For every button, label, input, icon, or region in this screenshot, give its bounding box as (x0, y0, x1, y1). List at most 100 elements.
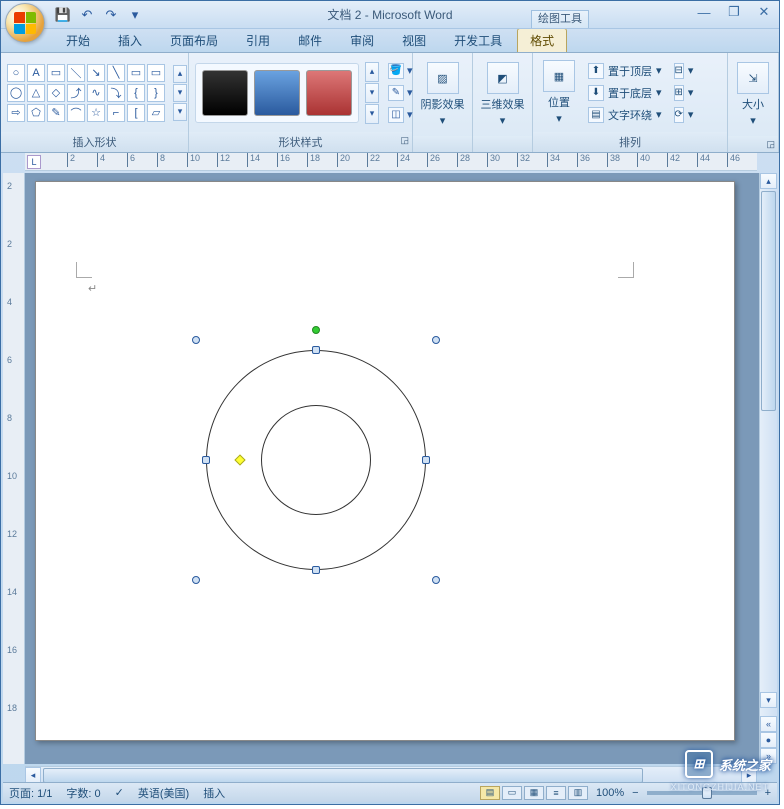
tab-developer[interactable]: 开发工具 (441, 28, 515, 52)
ruler-vertical[interactable]: 224681012141618 (3, 173, 25, 764)
handle-tr[interactable] (432, 336, 440, 344)
scroll-thumb-v[interactable] (761, 191, 776, 411)
position-button[interactable]: ▦ 位置▾ (539, 60, 579, 126)
shape-fill-button[interactable]: 🪣▾ (385, 61, 416, 81)
bring-to-front-button[interactable]: ⬆置于顶层▾ (585, 60, 665, 81)
tab-insert[interactable]: 插入 (105, 28, 155, 52)
shape-free-icon[interactable]: ✎ (47, 104, 65, 122)
browse-object-icon[interactable]: ● (760, 732, 777, 748)
tab-review[interactable]: 审阅 (337, 28, 387, 52)
scroll-down-icon[interactable]: ▾ (760, 692, 777, 708)
shape-arrow-icon[interactable]: ↘ (87, 64, 105, 82)
size-launcher[interactable]: ◲ (766, 139, 775, 150)
gallery-more-icon[interactable]: ▾ (173, 103, 187, 121)
change-shape-button[interactable]: ◫▾ (385, 105, 416, 125)
3d-effects-button[interactable]: ◩ 三维效果▾ (479, 62, 526, 128)
qat-undo[interactable]: ↶ (77, 5, 97, 25)
shape-conn-icon[interactable]: ╲ (107, 64, 125, 82)
status-spellcheck-icon[interactable]: ✓ (115, 786, 124, 799)
scroll-up-icon[interactable]: ▴ (760, 173, 777, 189)
zoom-level[interactable]: 100% (596, 787, 624, 799)
send-to-back-button[interactable]: ⬇置于底层▾ (585, 82, 665, 103)
style-gallery-down-icon[interactable]: ▾ (365, 83, 379, 103)
shape-curve-icon[interactable]: ∿ (87, 84, 105, 102)
tab-view[interactable]: 视图 (389, 28, 439, 52)
shape-elbow-icon[interactable]: ⤴ (67, 84, 85, 102)
document-page[interactable]: ↵ (35, 181, 735, 741)
style-blue[interactable] (254, 70, 300, 116)
selected-donut-shape[interactable] (206, 350, 426, 570)
scroll-thumb-h[interactable] (43, 768, 643, 783)
rotation-handle[interactable] (312, 326, 320, 334)
shape-arc-icon[interactable]: ⌒ (67, 104, 85, 122)
shape-arrow2-icon[interactable]: ⇨ (7, 104, 25, 122)
gallery-down-icon[interactable]: ▾ (173, 84, 187, 102)
maximize-button[interactable]: ❐ (723, 3, 745, 21)
status-mode[interactable]: 插入 (203, 785, 225, 801)
handle-tl[interactable] (192, 336, 200, 344)
qat-customize[interactable]: ▾ (125, 5, 145, 25)
office-button[interactable] (5, 3, 45, 43)
shape-star-icon[interactable]: ☆ (87, 104, 105, 122)
shape-round-icon[interactable]: ◯ (7, 84, 25, 102)
shape-outline-button[interactable]: ✎▾ (385, 83, 416, 103)
qat-redo[interactable]: ↷ (101, 5, 121, 25)
zoom-out-button[interactable]: − (632, 787, 638, 799)
text-wrapping-button[interactable]: ▤文字环绕▾ (585, 104, 665, 125)
shape-rect2-icon[interactable]: ▭ (127, 64, 145, 82)
shape-tri-icon[interactable]: △ (27, 84, 45, 102)
shape-flow-icon[interactable]: ▱ (147, 104, 165, 122)
margin-crop-tr-icon (618, 262, 634, 278)
style-gallery-up-icon[interactable]: ▴ (365, 62, 379, 82)
minimize-button[interactable]: — (693, 3, 715, 21)
shape-bracket-icon[interactable]: [ (127, 104, 145, 122)
tab-home[interactable]: 开始 (53, 28, 103, 52)
handle-b[interactable] (312, 566, 320, 574)
handle-l[interactable] (202, 456, 210, 464)
status-page[interactable]: 页面: 1/1 (9, 785, 52, 801)
shape-corner-icon[interactable]: ⌐ (107, 104, 125, 122)
view-print-layout[interactable]: ▤ (480, 786, 500, 800)
view-web[interactable]: ▦ (524, 786, 544, 800)
tab-selector-icon[interactable]: L (27, 155, 41, 169)
shape-poly-icon[interactable]: ⬠ (27, 104, 45, 122)
view-draft[interactable]: ▥ (568, 786, 588, 800)
vertical-scrollbar[interactable]: ▴ ▾ « ● » (759, 173, 777, 764)
shape-brace2-icon[interactable]: } (147, 84, 165, 102)
style-red[interactable] (306, 70, 352, 116)
qat-save[interactable]: 💾 (53, 5, 73, 25)
shape-brace-icon[interactable]: { (127, 84, 145, 102)
ruler-horizontal[interactable]: L 24681012141618202224262830323436384042… (25, 153, 757, 171)
tab-references[interactable]: 引用 (233, 28, 283, 52)
group-button[interactable]: ⊞▾ (671, 82, 695, 103)
tab-page-layout[interactable]: 页面布局 (157, 28, 231, 52)
shadow-effects-button[interactable]: ▨ 阴影效果▾ (419, 62, 466, 128)
tab-mailings[interactable]: 邮件 (285, 28, 335, 52)
page-prev-icon[interactable]: « (760, 716, 777, 732)
shape-elbow2-icon[interactable]: ⤵ (107, 84, 125, 102)
rotate-button[interactable]: ⟳▾ (671, 104, 695, 125)
view-full-screen[interactable]: ▭ (502, 786, 522, 800)
shape-styles-launcher[interactable]: ◲ (400, 135, 409, 146)
gallery-up-icon[interactable]: ▴ (173, 65, 187, 83)
align-button[interactable]: ⊟▾ (671, 60, 695, 81)
shape-diamond-icon[interactable]: ◇ (47, 84, 65, 102)
shape-text-icon[interactable]: A (27, 64, 45, 82)
close-button[interactable]: ✕ (753, 3, 775, 21)
handle-bl[interactable] (192, 576, 200, 584)
style-gallery-more-icon[interactable]: ▾ (365, 104, 379, 124)
status-words[interactable]: 字数: 0 (66, 785, 100, 801)
handle-r[interactable] (422, 456, 430, 464)
view-outline[interactable]: ≡ (546, 786, 566, 800)
style-black[interactable] (202, 70, 248, 116)
status-language[interactable]: 英语(美国) (138, 785, 189, 801)
handle-br[interactable] (432, 576, 440, 584)
handle-t[interactable] (312, 346, 320, 354)
tab-format[interactable]: 格式 (517, 28, 567, 52)
shape-rect-icon[interactable]: ▭ (47, 64, 65, 82)
shapes-gallery[interactable]: ○ A ▭ ＼ ↘ ╲ ▭ ▭ ◯ △ ◇ ⤴ ∿ ⤵ { } ⇨ (7, 64, 165, 122)
size-button[interactable]: ⇲ 大小▾ (734, 62, 772, 128)
shape-line-icon[interactable]: ＼ (67, 64, 85, 82)
shape-oval-icon[interactable]: ○ (7, 64, 25, 82)
shape-rect3-icon[interactable]: ▭ (147, 64, 165, 82)
